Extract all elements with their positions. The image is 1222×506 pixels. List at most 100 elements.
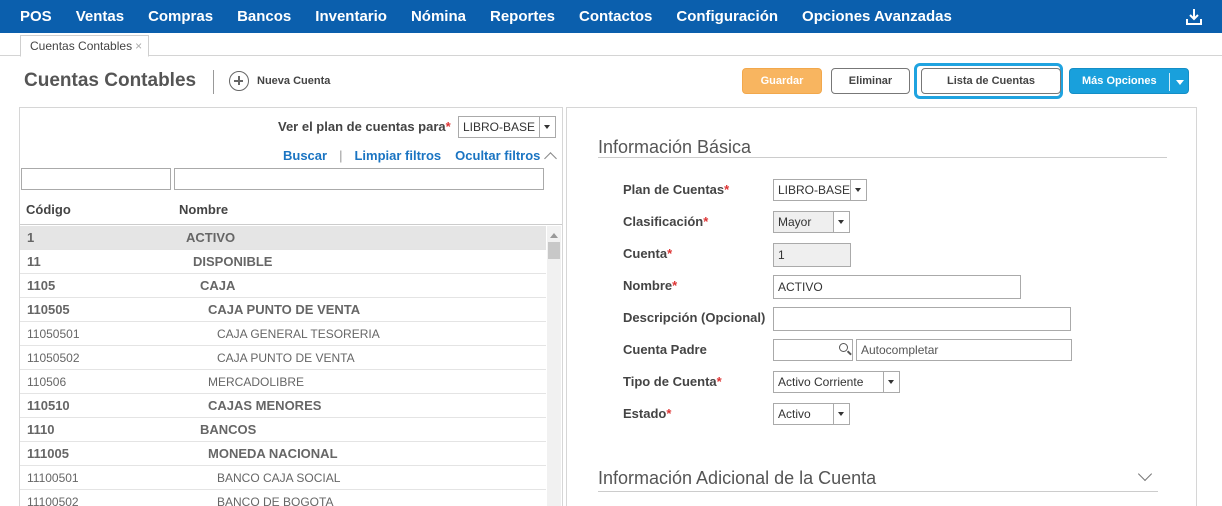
plan-select[interactable]: LIBRO-BASE bbox=[773, 179, 867, 201]
plan-field-text: Plan de Cuentas bbox=[623, 182, 725, 197]
chevron-down-icon[interactable] bbox=[833, 404, 849, 424]
table-row[interactable]: 11050502 CAJA PUNTO DE VENTA bbox=[20, 346, 546, 370]
account-number-field[interactable]: 1 bbox=[773, 243, 851, 267]
account-text: Cuenta bbox=[623, 246, 668, 261]
account-type-select[interactable]: Activo Corriente bbox=[773, 371, 900, 393]
account-name: CAJA GENERAL TESORERIA bbox=[217, 326, 380, 341]
nav-pos[interactable]: POS bbox=[20, 8, 52, 25]
more-options-button[interactable]: Más Opciones bbox=[1069, 68, 1189, 94]
scroll-up-icon[interactable] bbox=[550, 233, 558, 238]
required-mark: * bbox=[672, 278, 678, 293]
account-type-value: Activo Corriente bbox=[778, 375, 864, 389]
nav-nomina[interactable]: Nómina bbox=[411, 8, 466, 25]
scroll-thumb[interactable] bbox=[548, 242, 560, 259]
required-mark: * bbox=[667, 246, 673, 261]
description-label: Descripción (Opcional) bbox=[623, 310, 766, 325]
chevron-up-icon[interactable] bbox=[544, 151, 558, 165]
account-detail-panel: Información Básica Plan de Cuentas* LIBR… bbox=[566, 107, 1197, 506]
tab-bar: Cuentas Contables × bbox=[0, 33, 1222, 57]
account-name: CAJA PUNTO DE VENTA bbox=[208, 302, 361, 317]
table-row[interactable]: 11100501 BANCO CAJA SOCIAL bbox=[20, 466, 546, 490]
nav-bancos[interactable]: Bancos bbox=[237, 8, 291, 25]
column-header-code[interactable]: Código bbox=[26, 202, 71, 217]
link-separator: | bbox=[339, 148, 343, 163]
section-divider bbox=[598, 491, 1158, 492]
table-row[interactable]: 110505 CAJA PUNTO DE VENTA bbox=[20, 298, 546, 322]
search-link[interactable]: Buscar bbox=[283, 148, 327, 163]
close-icon[interactable]: × bbox=[135, 39, 142, 53]
delete-button[interactable]: Eliminar bbox=[831, 68, 910, 94]
nav-configuracion[interactable]: Configuración bbox=[676, 8, 778, 25]
clear-filters-link[interactable]: Limpiar filtros bbox=[354, 148, 441, 163]
required-mark: * bbox=[716, 374, 722, 389]
table-row[interactable]: 1 ACTIVO bbox=[20, 226, 546, 250]
account-code: 111005 bbox=[27, 446, 69, 461]
nav-inventario[interactable]: Inventario bbox=[315, 8, 387, 25]
account-code: 110506 bbox=[27, 374, 67, 389]
hide-filters-link[interactable]: Ocultar filtros bbox=[455, 148, 540, 163]
title-divider bbox=[213, 70, 214, 94]
additional-info-title[interactable]: Información Adicional de la Cuenta bbox=[598, 468, 876, 489]
parent-code-input[interactable] bbox=[773, 339, 853, 361]
chevron-down-icon[interactable] bbox=[1176, 80, 1184, 85]
plus-circle-icon bbox=[229, 71, 249, 91]
account-code: 1 bbox=[27, 230, 35, 245]
column-header-name[interactable]: Nombre bbox=[179, 202, 228, 217]
chevron-down-icon[interactable] bbox=[850, 180, 866, 200]
chevron-down-icon[interactable] bbox=[883, 372, 899, 392]
account-name: CAJA bbox=[200, 278, 236, 293]
table-row[interactable]: 1105 CAJA bbox=[20, 274, 546, 298]
plan-filter-value: LIBRO-BASE bbox=[463, 120, 536, 134]
account-list-button[interactable]: Lista de Cuentas bbox=[921, 68, 1061, 94]
save-button[interactable]: Guardar bbox=[742, 68, 822, 94]
account-code: 1105 bbox=[27, 278, 56, 293]
required-mark: * bbox=[445, 119, 451, 134]
name-text: Nombre bbox=[623, 278, 673, 293]
table-row[interactable]: 11100502 BANCO DE BOGOTA bbox=[20, 490, 546, 506]
account-name: CAJA PUNTO DE VENTA bbox=[217, 350, 355, 365]
name-filter-input[interactable] bbox=[174, 168, 544, 190]
chevron-down-icon[interactable] bbox=[1137, 466, 1153, 482]
nav-contactos[interactable]: Contactos bbox=[579, 8, 652, 25]
account-name: ACTIVO bbox=[186, 230, 236, 245]
table-row[interactable]: 110510 CAJAS MENORES bbox=[20, 394, 546, 418]
new-account-label: Nueva Cuenta bbox=[257, 75, 331, 87]
parent-autocomplete-input[interactable]: Autocompletar bbox=[856, 339, 1072, 361]
status-select[interactable]: Activo bbox=[773, 403, 850, 425]
name-field[interactable]: ACTIVO bbox=[773, 275, 1021, 299]
code-filter-input[interactable] bbox=[21, 168, 171, 190]
table-row[interactable]: 1110 BANCOS bbox=[20, 418, 546, 442]
search-icon[interactable] bbox=[839, 343, 848, 352]
new-account-button[interactable]: Nueva Cuenta bbox=[229, 71, 330, 91]
table-row[interactable]: 110506 MERCADOLIBRE bbox=[20, 370, 546, 394]
plan-filter-text: Ver el plan de cuentas para bbox=[278, 119, 446, 134]
account-name: MERCADOLIBRE bbox=[208, 374, 305, 389]
nav-ventas[interactable]: Ventas bbox=[76, 8, 124, 25]
description-field[interactable] bbox=[773, 307, 1071, 331]
main-menu: POS Ventas Compras Bancos Inventario Nóm… bbox=[0, 0, 976, 33]
download-icon[interactable] bbox=[1184, 7, 1204, 27]
status-label: Estado* bbox=[623, 406, 671, 421]
table-row[interactable]: 111005 MONEDA NACIONAL bbox=[20, 442, 546, 466]
account-name: DISPONIBLE bbox=[193, 254, 273, 269]
tab-cuentas-contables[interactable]: Cuentas Contables × bbox=[20, 35, 150, 57]
parent-account-label: Cuenta Padre bbox=[623, 342, 707, 357]
classification-select[interactable]: Mayor bbox=[773, 211, 850, 233]
account-code: 11050501 bbox=[27, 326, 80, 341]
required-mark: * bbox=[724, 182, 730, 197]
classification-text: Clasificación bbox=[623, 214, 704, 229]
nav-opciones-avanzadas[interactable]: Opciones Avanzadas bbox=[802, 8, 952, 25]
nav-compras[interactable]: Compras bbox=[148, 8, 213, 25]
filter-links: Buscar | Limpiar filtros Ocultar filtros bbox=[283, 148, 558, 165]
account-name: MONEDA NACIONAL bbox=[208, 446, 338, 461]
scrollbar[interactable] bbox=[547, 226, 561, 506]
required-mark: * bbox=[666, 406, 672, 421]
table-row[interactable]: 11 DISPONIBLE bbox=[20, 250, 546, 274]
plan-filter-select[interactable]: LIBRO-BASE bbox=[458, 116, 556, 138]
plan-field-label: Plan de Cuentas* bbox=[623, 182, 729, 197]
nav-reportes[interactable]: Reportes bbox=[490, 8, 555, 25]
button-divider bbox=[1169, 73, 1170, 91]
chevron-down-icon[interactable] bbox=[539, 117, 555, 137]
table-row[interactable]: 11050501 CAJA GENERAL TESORERIA bbox=[20, 322, 546, 346]
chevron-down-icon[interactable] bbox=[833, 212, 849, 232]
